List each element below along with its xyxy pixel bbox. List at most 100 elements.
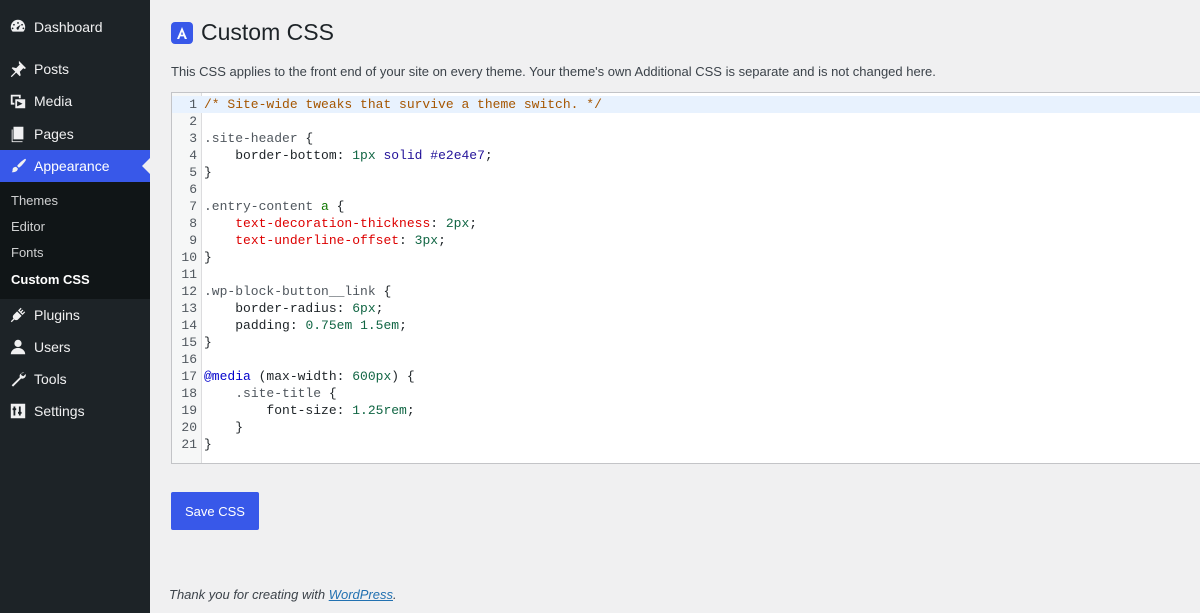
sidebar-item-label: Appearance <box>34 158 110 174</box>
line-number: 12 <box>181 284 197 299</box>
code-text: } <box>204 437 212 452</box>
code-text: .site-header { <box>204 131 314 146</box>
code-text: @media (max-width: 600px) { <box>204 369 415 384</box>
sidebar-item-label: Dashboard <box>34 19 103 35</box>
submenu-item-fonts[interactable]: Fonts <box>11 245 44 260</box>
code-line[interactable]: 20 } <box>172 419 1200 436</box>
code-text: .site-title { <box>235 386 337 401</box>
pushpin-icon <box>8 59 28 79</box>
footer-text: Thank you for creating with <box>169 587 329 602</box>
appearance-submenu: Themes Editor Fonts Custom CSS <box>0 182 150 299</box>
css-code-editor[interactable]: 1 /* Site-wide tweaks that survive a them… <box>171 92 1200 464</box>
line-number: 10 <box>181 250 197 265</box>
code-line[interactable]: 18 .site-title { <box>172 385 1200 402</box>
sidebar-item-plugins[interactable]: Plugins <box>0 299 150 331</box>
line-number: 6 <box>189 182 197 197</box>
line-number: 20 <box>181 420 197 435</box>
sidebar-item-posts[interactable]: Posts <box>0 53 150 85</box>
code-text: .wp-block-button__link { <box>204 284 392 299</box>
sidebar-item-label: Tools <box>34 371 67 387</box>
sidebar-item-dashboard[interactable]: Dashboard <box>0 11 150 43</box>
line-number: 11 <box>181 267 197 282</box>
sidebar-item-media[interactable]: Media <box>0 85 150 117</box>
dashboard-icon <box>8 17 28 37</box>
line-number: 4 <box>189 148 197 163</box>
line-number: 5 <box>189 165 197 180</box>
line-number: 13 <box>181 301 197 316</box>
line-number: 16 <box>181 352 197 367</box>
admin-footer: Thank you for creating with WordPress. <box>169 587 397 602</box>
wordpress-link[interactable]: WordPress <box>329 587 393 602</box>
line-number: 19 <box>181 403 197 418</box>
media-icon <box>8 91 28 111</box>
code-text: text-underline-offset: 3px; <box>235 233 446 248</box>
sidebar-item-users[interactable]: Users <box>0 331 150 363</box>
code-line[interactable]: 8 text-decoration-thickness: 2px; <box>172 215 1200 232</box>
footer-end: . <box>393 587 397 602</box>
code-text: border-radius: 6px; <box>235 301 384 316</box>
line-number: 8 <box>189 216 197 231</box>
code-line[interactable]: 12 .wp-block-button__link { <box>172 283 1200 300</box>
submenu-item-editor[interactable]: Editor <box>11 219 45 234</box>
code-text: } <box>204 335 212 350</box>
code-line[interactable]: 14 padding: 0.75em 1.5em; <box>172 317 1200 334</box>
line-number: 2 <box>189 114 197 129</box>
code-line[interactable]: 19 font-size: 1.25rem; <box>172 402 1200 419</box>
code-line[interactable]: 11 <box>172 266 1200 283</box>
line-number: 7 <box>189 199 197 214</box>
code-line[interactable]: 16 <box>172 351 1200 368</box>
sidebar-item-settings[interactable]: Settings <box>0 395 150 427</box>
code-text: font-size: 1.25rem; <box>266 403 415 418</box>
paintbrush-icon <box>8 156 28 176</box>
pages-icon <box>8 124 28 144</box>
line-number: 18 <box>181 386 197 401</box>
code-line[interactable]: 3 .site-header { <box>172 130 1200 147</box>
sidebar-item-label: Posts <box>34 61 70 77</box>
sidebar-item-pages[interactable]: Pages <box>0 118 150 150</box>
plugin-logo-icon <box>171 21 193 44</box>
code-text: /* Site-wide tweaks that survive a theme… <box>204 97 602 112</box>
page-description: This CSS applies to the front end of you… <box>171 64 936 79</box>
code-line[interactable]: 9 text-underline-offset: 3px; <box>172 232 1200 249</box>
code-line[interactable]: 1 /* Site-wide tweaks that survive a them… <box>172 96 1200 113</box>
code-line[interactable]: 4 border-bottom: 1px solid #e2e4e7; <box>172 147 1200 164</box>
code-text: } <box>204 165 212 180</box>
sidebar-item-appearance[interactable]: Appearance <box>0 150 150 182</box>
code-text: .entry-content a { <box>204 199 345 214</box>
page-header: Custom CSS <box>171 19 334 46</box>
line-number: 1 <box>189 97 197 112</box>
submenu-item-custom-css[interactable]: Custom CSS <box>11 272 90 287</box>
sidebar-item-label: Pages <box>34 126 74 142</box>
code-text: } <box>204 420 244 435</box>
sidebar-item-tools[interactable]: Tools <box>0 363 150 395</box>
code-line[interactable]: 21} <box>172 436 1200 453</box>
code-line[interactable]: 10} <box>172 249 1200 266</box>
line-number: 9 <box>189 233 197 248</box>
plugin-icon <box>8 305 28 325</box>
code-text: border-bottom: 1px solid #e2e4e7; <box>235 148 493 163</box>
submenu-item-themes[interactable]: Themes <box>11 193 58 208</box>
settings-icon <box>8 401 28 421</box>
code-line[interactable]: 2 <box>172 113 1200 130</box>
code-text: } <box>204 250 212 265</box>
save-css-button[interactable]: Save CSS <box>171 492 259 530</box>
main-content: Custom CSS This CSS applies to the front… <box>150 0 1200 613</box>
code-text: padding: 0.75em 1.5em; <box>235 318 407 333</box>
line-number: 3 <box>189 131 197 146</box>
user-icon <box>8 337 28 357</box>
code-text: text-decoration-thickness: 2px; <box>235 216 478 231</box>
code-line[interactable]: 6 <box>172 181 1200 198</box>
admin-sidebar: Dashboard Posts Media Pages Appearance T… <box>0 0 150 613</box>
line-number: 21 <box>181 437 197 452</box>
code-line[interactable]: 13 border-radius: 6px; <box>172 300 1200 317</box>
sidebar-item-label: Users <box>34 339 71 355</box>
line-number: 17 <box>181 369 197 384</box>
sidebar-item-label: Plugins <box>34 307 80 323</box>
code-line[interactable]: 7 .entry-content a { <box>172 198 1200 215</box>
code-line[interactable]: 15} <box>172 334 1200 351</box>
line-number: 14 <box>181 318 197 333</box>
code-line[interactable]: 5} <box>172 164 1200 181</box>
code-line[interactable]: 17 @media (max-width: 600px) { <box>172 368 1200 385</box>
wrench-icon <box>8 369 28 389</box>
sidebar-item-label: Settings <box>34 403 85 419</box>
